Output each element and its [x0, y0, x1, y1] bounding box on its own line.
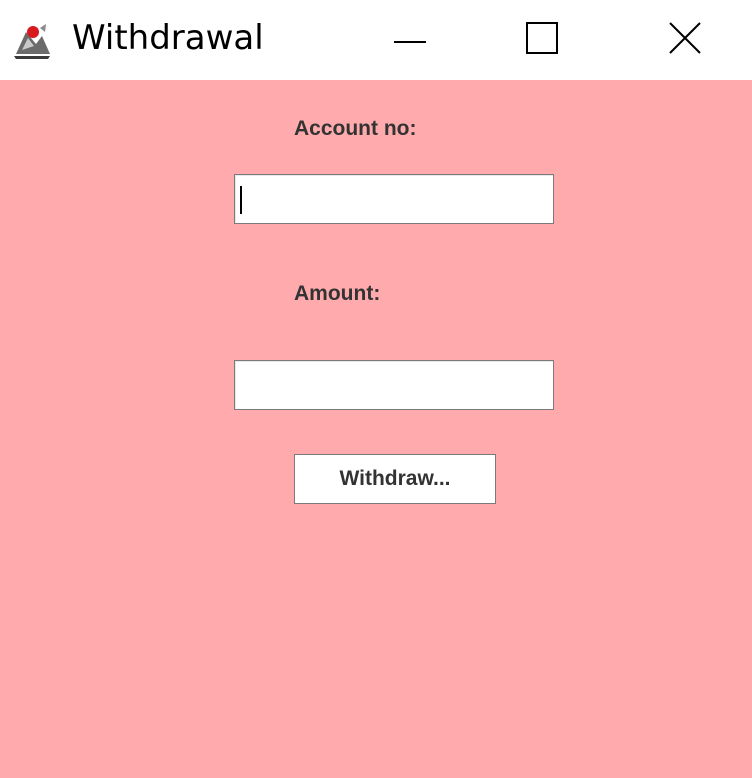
minimize-icon	[394, 31, 426, 49]
text-caret	[240, 186, 242, 214]
java-duke-icon	[12, 20, 52, 60]
withdraw-button[interactable]: Withdraw...	[294, 454, 496, 504]
amount-input[interactable]	[234, 360, 554, 410]
close-icon	[668, 21, 702, 60]
account-number-label: Account no:	[294, 117, 417, 140]
title-bar[interactable]: Withdrawal	[0, 0, 752, 80]
maximize-button[interactable]	[487, 0, 597, 80]
maximize-icon	[526, 21, 558, 59]
window-title: Withdrawal	[72, 18, 264, 58]
close-button[interactable]	[630, 0, 740, 80]
withdrawal-form-panel: Account no: Amount: Withdraw...	[0, 80, 752, 778]
withdrawal-window: Withdrawal Account no: Amount: Withdraw.…	[0, 0, 752, 778]
minimize-button[interactable]	[355, 0, 465, 80]
amount-label: Amount:	[294, 282, 381, 305]
account-number-input[interactable]	[234, 174, 554, 224]
